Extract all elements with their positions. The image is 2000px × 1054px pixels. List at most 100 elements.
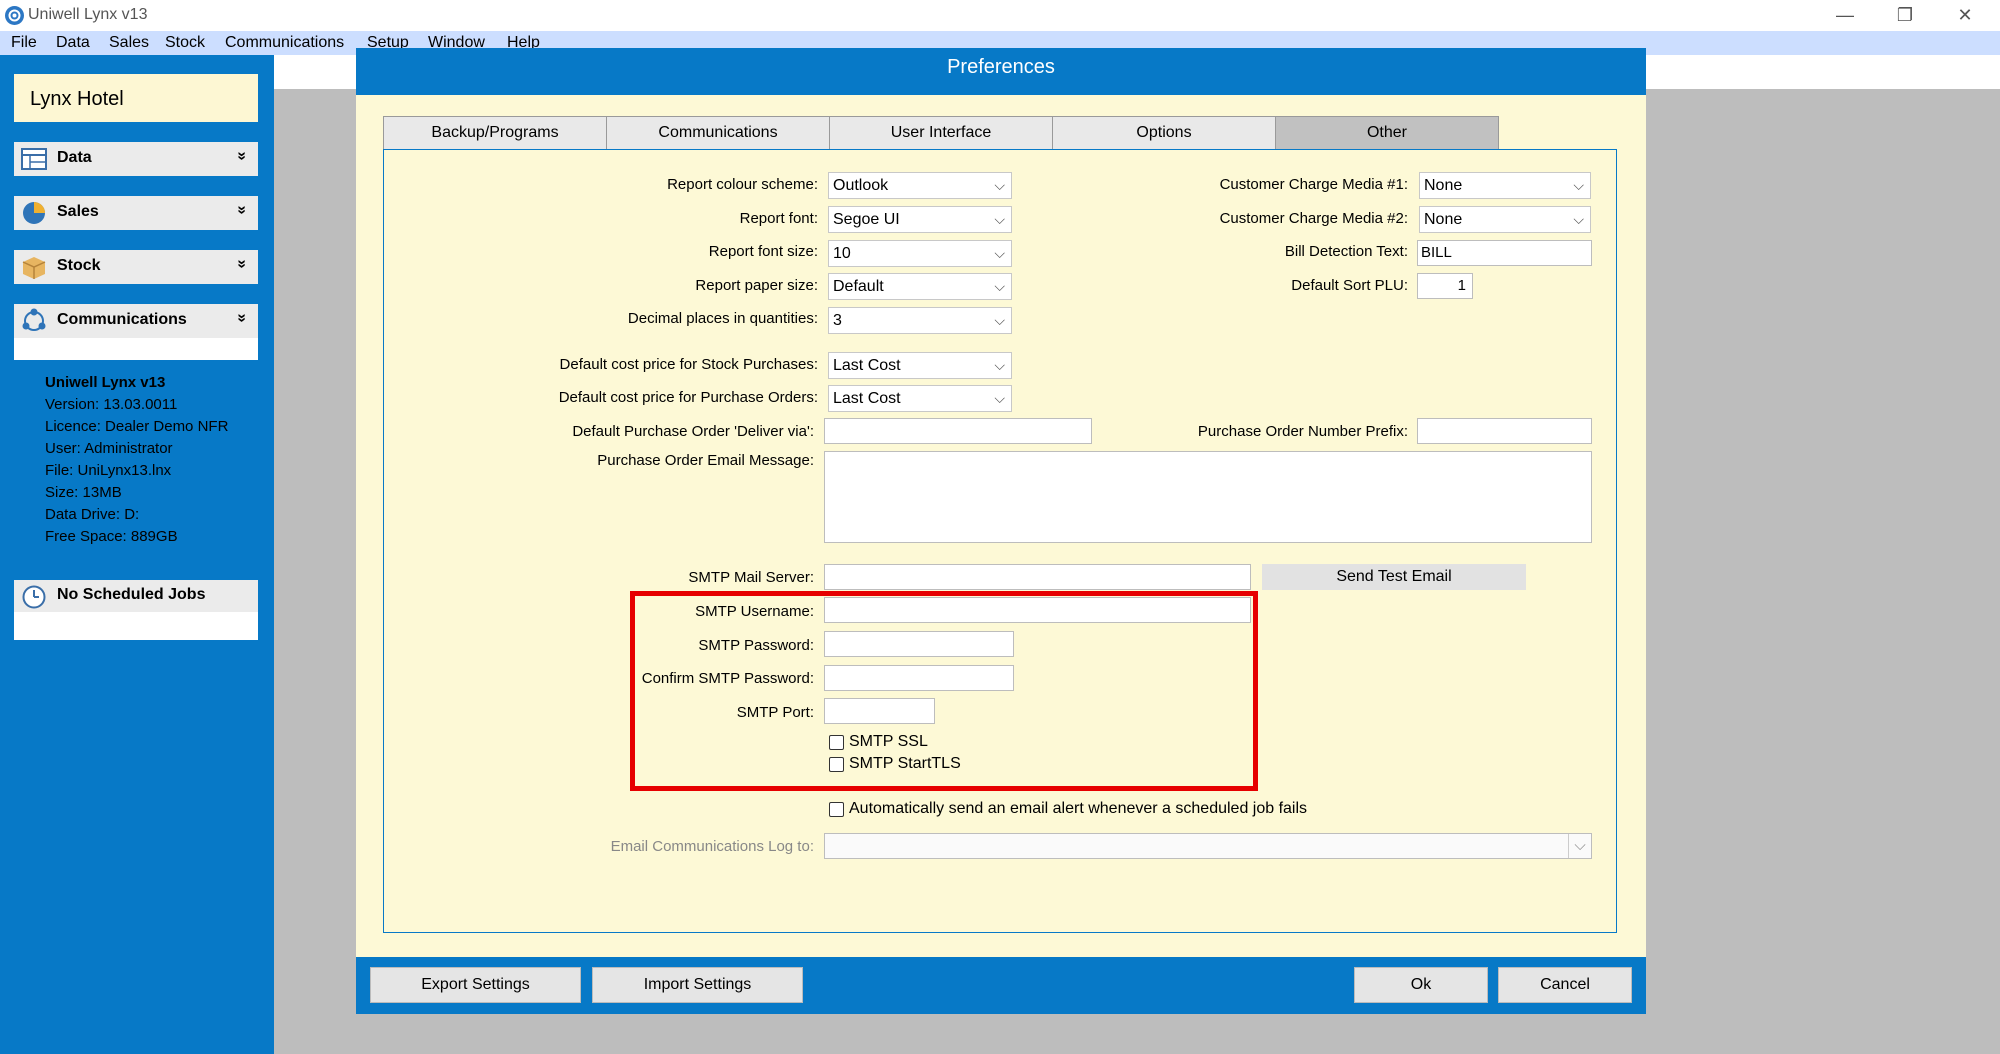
smtp-server-input[interactable] — [824, 564, 1251, 590]
report-colour-scheme-label: Report colour scheme: — [667, 176, 818, 193]
chevron-down-icon: ⌵ — [994, 390, 1005, 406]
sidebar-item-communications[interactable]: Communications » — [14, 304, 258, 338]
email-log-label: Email Communications Log to: — [610, 838, 814, 855]
checkbox-label: Automatically send an email alert whenev… — [849, 800, 1308, 817]
cost-stock-purchases-select[interactable]: Last Cost ⌵ — [828, 352, 1012, 379]
tab-other[interactable]: Other — [1275, 116, 1499, 150]
system-info-panel: Uniwell Lynx v13 Version: 13.03.0011 Lic… — [14, 360, 258, 580]
menu-communications[interactable]: Communications — [225, 34, 344, 52]
data-table-icon — [21, 148, 47, 170]
report-font-size-select[interactable]: 10 ⌵ — [828, 240, 1012, 267]
tab-communications[interactable]: Communications — [606, 116, 830, 150]
network-icon — [22, 308, 46, 331]
sidebar-divider — [14, 230, 258, 250]
chevron-down-icon: ⌵ — [994, 245, 1005, 261]
minimize-button[interactable]: — — [1815, 0, 1875, 31]
report-paper-size-label: Report paper size: — [695, 277, 818, 294]
email-log-select[interactable]: ⌵ — [824, 833, 1592, 859]
menu-stock[interactable]: Stock — [165, 34, 205, 52]
report-colour-scheme-select[interactable]: Outlook ⌵ — [828, 172, 1012, 199]
chevron-down-icon: ⌵ — [994, 312, 1005, 328]
import-settings-button[interactable]: Import Settings — [592, 967, 803, 1003]
po-number-prefix-label: Purchase Order Number Prefix: — [1197, 423, 1408, 440]
tab-options[interactable]: Options — [1052, 116, 1276, 150]
decimal-places-select[interactable]: 3 ⌵ — [828, 307, 1012, 334]
menu-sales[interactable]: Sales — [109, 34, 149, 52]
size-info: Size: 13MB — [45, 484, 122, 501]
po-number-prefix-input[interactable] — [1417, 418, 1592, 444]
cost-purchase-orders-select[interactable]: Last Cost ⌵ — [828, 385, 1012, 412]
export-settings-button[interactable]: Export Settings — [370, 967, 581, 1003]
po-deliver-via-label: Default Purchase Order 'Deliver via': — [572, 423, 814, 440]
report-paper-size-select[interactable]: Default ⌵ — [828, 273, 1012, 300]
sidebar-item-label: Stock — [57, 257, 101, 274]
sidebar-divider — [14, 122, 258, 142]
chevron-down-icon: ⌵ — [994, 357, 1005, 373]
auto-alert-checkbox[interactable]: Automatically send an email alert whenev… — [829, 800, 1307, 818]
product-name: Uniwell Lynx v13 — [45, 374, 166, 391]
default-sort-plu-input[interactable]: 1 — [1417, 273, 1473, 299]
default-sort-plu-label: Default Sort PLU: — [1291, 277, 1408, 294]
chevron-down-icon: » — [233, 205, 251, 215]
sidebar-item-label: Sales — [57, 203, 99, 220]
checkbox-box[interactable] — [829, 801, 844, 817]
ok-button[interactable]: Ok — [1354, 967, 1488, 1003]
menu-file[interactable]: File — [11, 34, 37, 52]
sidebar-item-label: Communications — [57, 311, 187, 328]
bill-detection-input[interactable]: BILL — [1417, 240, 1592, 266]
cost-purchase-orders-label: Default cost price for Purchase Orders: — [558, 389, 818, 406]
charge-media-1-select[interactable]: None ⌵ — [1419, 172, 1591, 199]
app-title: Uniwell Lynx v13 — [28, 6, 148, 23]
chevron-down-icon: » — [233, 151, 251, 161]
menu-data[interactable]: Data — [56, 34, 90, 52]
box-icon — [22, 257, 46, 279]
charge-media-2-label: Customer Charge Media #2: — [1219, 210, 1408, 227]
site-name: Lynx Hotel — [30, 88, 124, 110]
scheduled-jobs-status[interactable]: No Scheduled Jobs — [14, 580, 258, 612]
file-info: File: UniLynx13.lnx — [45, 462, 172, 479]
dialog-title: Preferences — [947, 56, 1055, 78]
chevron-down-icon: ⌵ — [994, 211, 1005, 227]
charge-media-1-label: Customer Charge Media #1: — [1219, 176, 1408, 193]
drive-info: Data Drive: D: — [45, 506, 140, 523]
po-email-message-textarea[interactable] — [824, 451, 1592, 543]
chevron-down-icon: ⌵ — [1568, 834, 1591, 858]
version-info: Version: 13.03.0011 — [45, 396, 178, 413]
tab-user-interface[interactable]: User Interface — [829, 116, 1053, 150]
title-bar — [0, 0, 2000, 31]
po-deliver-via-input[interactable] — [824, 418, 1092, 444]
po-email-message-label: Purchase Order Email Message: — [597, 452, 814, 469]
select-value: None — [1424, 177, 1463, 194]
free-space-info: Free Space: 889GB — [45, 528, 178, 545]
chevron-down-icon: ⌵ — [1573, 177, 1584, 193]
sidebar-item-data[interactable]: Data » — [14, 142, 258, 176]
select-value: Outlook — [833, 177, 889, 194]
sidebar-item-sales[interactable]: Sales » — [14, 196, 258, 230]
app-logo-icon — [5, 6, 24, 25]
report-font-label: Report font: — [739, 210, 818, 227]
send-test-email-button[interactable]: Send Test Email — [1262, 564, 1526, 590]
charge-media-2-select[interactable]: None ⌵ — [1419, 206, 1591, 233]
chevron-down-icon: ⌵ — [994, 177, 1005, 193]
chevron-down-icon: » — [233, 313, 251, 323]
cancel-button[interactable]: Cancel — [1498, 967, 1632, 1003]
select-value: Default — [833, 278, 884, 295]
sidebar-divider — [14, 284, 258, 304]
select-value: 3 — [833, 312, 842, 329]
close-button[interactable]: ✕ — [1935, 0, 1995, 31]
licence-info: Licence: Dealer Demo NFR — [45, 418, 229, 435]
select-value: Segoe UI — [833, 211, 900, 228]
select-value: Last Cost — [833, 357, 901, 374]
report-font-size-label: Report font size: — [708, 243, 818, 260]
sidebar-item-stock[interactable]: Stock » — [14, 250, 258, 284]
select-value: Last Cost — [833, 390, 901, 407]
clock-icon — [22, 585, 46, 609]
report-font-select[interactable]: Segoe UI ⌵ — [828, 206, 1012, 233]
tab-backup-programs[interactable]: Backup/Programs — [383, 116, 607, 150]
sidebar-divider — [14, 176, 258, 196]
restore-button[interactable]: ❐ — [1875, 0, 1935, 31]
select-value: 10 — [833, 245, 851, 262]
chevron-down-icon: » — [233, 259, 251, 269]
user-info: User: Administrator — [45, 440, 173, 457]
select-value: None — [1424, 211, 1463, 228]
